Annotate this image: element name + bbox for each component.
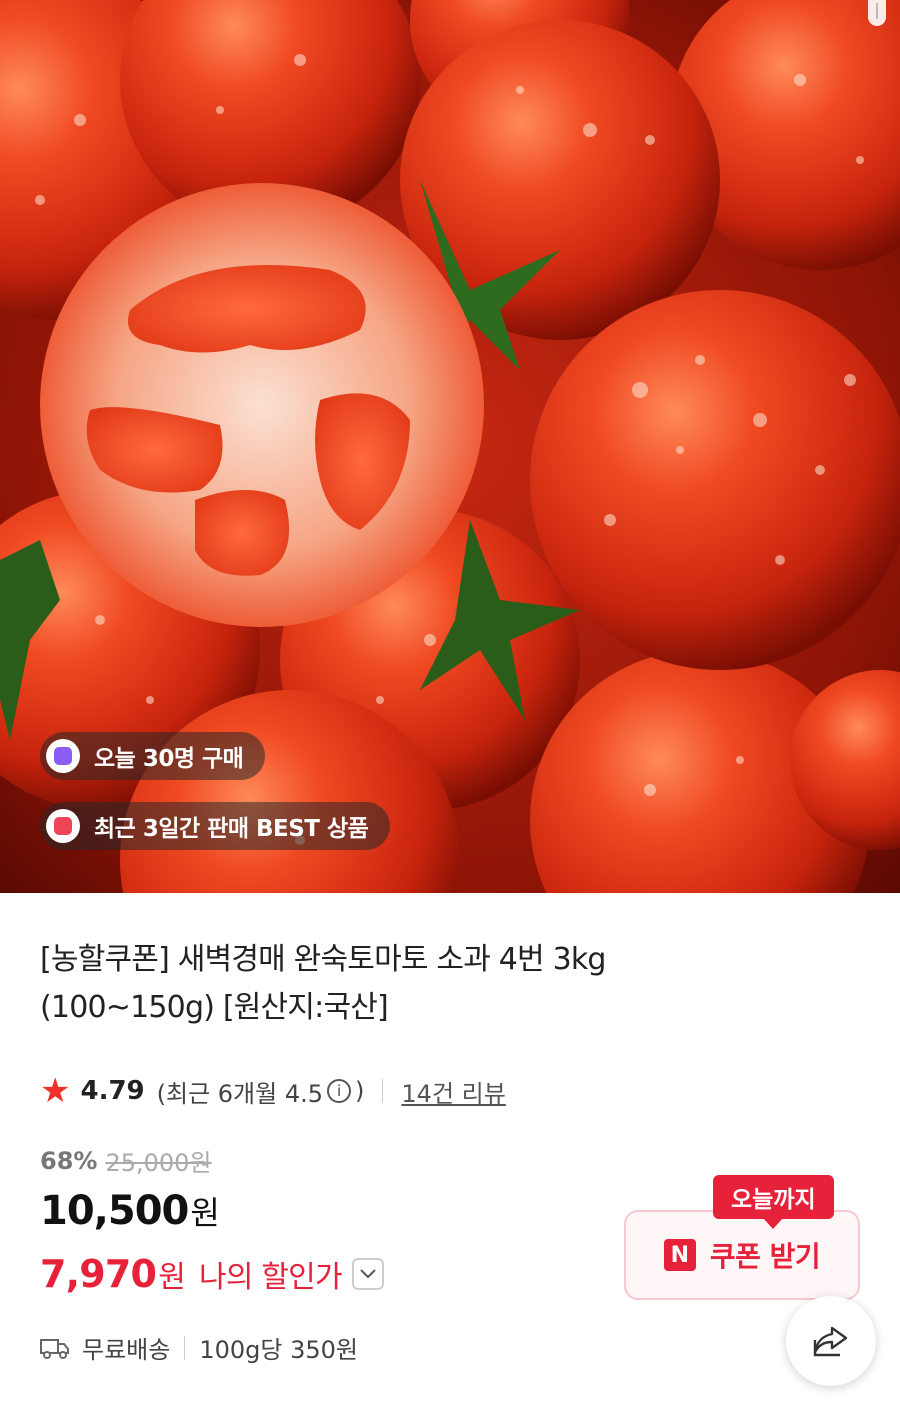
recent-rating-prefix: (최근 6개월 4.5 bbox=[156, 1079, 324, 1108]
original-price: 25,000원 bbox=[105, 1149, 212, 1177]
info-icon[interactable]: i bbox=[327, 1079, 352, 1103]
gift-icon bbox=[46, 809, 80, 843]
my-price-label: 나의 할인가 bbox=[199, 1260, 343, 1295]
my-discount-price: 7,970 원 나의 할인가 bbox=[40, 1252, 384, 1296]
today-only-tag: 오늘까지 bbox=[713, 1175, 834, 1229]
product-title: [농할쿠폰] 새벽경매 완숙토마토 소과 4번 3kg (100~150g) [… bbox=[40, 936, 860, 1032]
star-icon: ★ bbox=[40, 1071, 71, 1111]
shipping-row: 무료배송 100g당 350원 bbox=[40, 1330, 358, 1365]
unit-price-text: 100g당 350원 bbox=[199, 1336, 358, 1364]
product-title-line2: (100~150g) [원산지:국산] bbox=[40, 990, 389, 1025]
discount-row: 68% 25,000원 bbox=[40, 1143, 212, 1178]
share-icon bbox=[812, 1324, 850, 1358]
review-count-link[interactable]: 14건 리뷰 bbox=[401, 1074, 505, 1109]
product-title-line1: [농할쿠폰] 새벽경매 완숙토마토 소과 4번 3kg bbox=[40, 942, 606, 977]
coupon-button[interactable]: N 쿠폰 받기 bbox=[624, 1210, 860, 1300]
sale-price: 10,500원 bbox=[40, 1188, 220, 1234]
sale-price-unit: 원 bbox=[190, 1194, 219, 1232]
rating-score: 4.79 bbox=[80, 1076, 145, 1106]
divider bbox=[382, 1079, 384, 1103]
rating-row: ★ 4.79 (최근 6개월 4.5 i ) 14건 리뷰 bbox=[40, 1071, 506, 1111]
share-button[interactable] bbox=[786, 1296, 876, 1386]
divider bbox=[184, 1335, 186, 1360]
product-image[interactable]: 오늘 30명 구매 최근 3일간 판매 BEST 상품 bbox=[0, 0, 900, 893]
recent-rating-suffix: ) bbox=[355, 1077, 365, 1105]
sale-price-value: 10,500 bbox=[40, 1188, 189, 1234]
naver-logo-icon: N bbox=[663, 1239, 696, 1271]
my-price-unit: 원 bbox=[158, 1260, 186, 1295]
chevron-down-icon[interactable] bbox=[351, 1258, 384, 1290]
discount-percent: 68% bbox=[40, 1146, 98, 1175]
today-buyers-text: 오늘 30명 구매 bbox=[94, 746, 244, 772]
bag-icon bbox=[46, 739, 80, 773]
truck-icon bbox=[40, 1337, 70, 1359]
today-buyers-badge: 오늘 30명 구매 bbox=[40, 732, 266, 780]
best-seller-text: 최근 3일간 판매 BEST 상품 bbox=[94, 816, 369, 842]
best-seller-badge: 최근 3일간 판매 BEST 상품 bbox=[40, 802, 391, 850]
free-shipping-text: 무료배송 bbox=[82, 1336, 171, 1364]
scroll-indicator bbox=[868, 0, 886, 26]
coupon-label: 쿠폰 받기 bbox=[709, 1240, 821, 1273]
my-price-value: 7,970 bbox=[40, 1252, 157, 1296]
